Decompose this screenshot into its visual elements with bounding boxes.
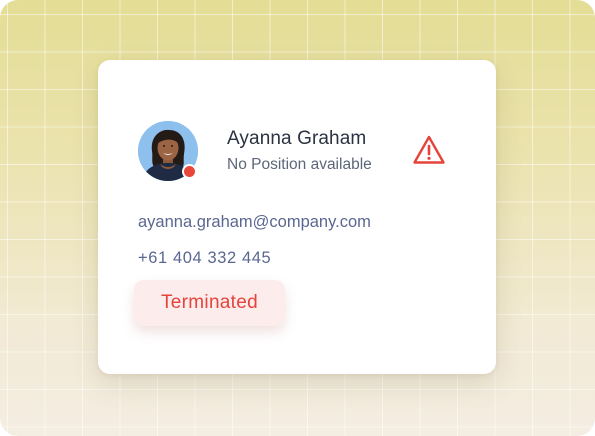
employee-card: Ayanna Graham No Position available ayan… (98, 60, 496, 374)
employee-position: No Position available (227, 156, 372, 173)
presence-status-dot (182, 164, 197, 179)
employee-name: Ayanna Graham (227, 128, 367, 149)
employee-phone[interactable]: +61 404 332 445 (138, 249, 271, 268)
status-badge[interactable]: Terminated (134, 280, 285, 326)
warning-triangle-icon[interactable] (412, 134, 446, 166)
status-badge-label: Terminated (161, 292, 258, 313)
employee-email[interactable]: ayanna.graham@company.com (138, 213, 371, 232)
